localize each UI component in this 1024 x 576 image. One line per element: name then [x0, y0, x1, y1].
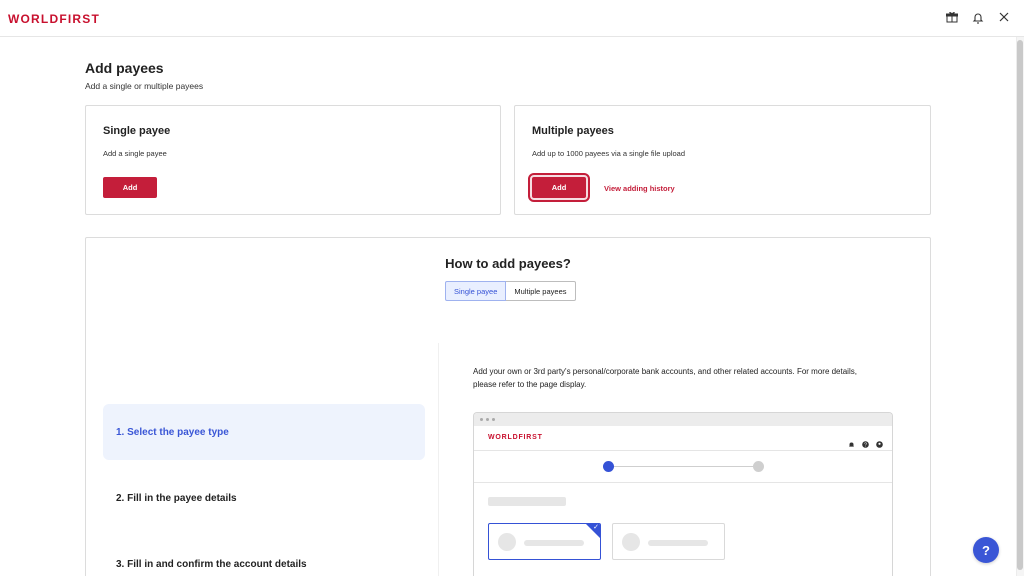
page-subtitle: Add a single or multiple payees [85, 81, 204, 91]
view-adding-history-link[interactable]: View adding history [604, 184, 675, 193]
preview-placeholder-bar [488, 497, 566, 506]
step-label: 3. Fill in and confirm the account detai… [116, 558, 307, 570]
close-icon[interactable] [997, 10, 1010, 24]
how-to-description: Add your own or 3rd party's personal/cor… [473, 367, 857, 389]
preview-option-selected: ✓ [488, 523, 601, 560]
multiple-payees-title: Multiple payees [532, 125, 614, 137]
check-icon: ✓ [593, 524, 599, 531]
step-fill-payee-details[interactable]: 2. Fill in the payee details [103, 470, 425, 526]
payee-type-toggle: Single payee Multiple payees [445, 281, 576, 301]
top-bar: WORLDFIRST [0, 0, 1024, 37]
user-icon [876, 435, 883, 448]
top-bar-actions [945, 10, 1010, 24]
add-single-payee-button[interactable]: Add [103, 177, 157, 198]
preview-option [612, 523, 725, 560]
step-select-payee-type[interactable]: 1. Select the payee type [103, 404, 425, 460]
preview-step-current [603, 461, 614, 472]
step-label: 1. Select the payee type [116, 426, 229, 438]
how-to-add-payees-panel: How to add payees? Single payee Multiple… [85, 237, 931, 576]
tab-multiple-payees[interactable]: Multiple payees [506, 281, 576, 301]
multiple-payees-description: Add up to 1000 payees via a single file … [532, 149, 686, 158]
multiple-payees-card: Multiple payees Add up to 1000 payees vi… [514, 105, 931, 215]
bell-icon[interactable] [971, 10, 984, 24]
help-button[interactable]: ? [973, 537, 999, 563]
page-preview-illustration: WORLDFIRST ? ✓ [473, 412, 893, 576]
preview-header-icons: ? [848, 435, 883, 448]
panel-divider [438, 343, 439, 576]
gift-icon[interactable] [945, 10, 958, 24]
single-payee-card: Single payee Add a single payee Add [85, 105, 501, 215]
svg-text:?: ? [864, 442, 867, 448]
how-to-title: How to add payees? [445, 256, 571, 271]
scrollbar-thumb[interactable] [1017, 40, 1023, 570]
step-confirm-account-details[interactable]: 3. Fill in and confirm the account detai… [103, 536, 425, 576]
single-payee-description: Add a single payee [103, 149, 167, 158]
single-payee-title: Single payee [103, 125, 171, 137]
preview-header: WORLDFIRST ? [474, 426, 892, 451]
step-label: 2. Fill in the payee details [116, 492, 237, 504]
preview-window-chrome [474, 413, 892, 426]
add-multiple-payees-button[interactable]: Add [528, 173, 590, 202]
tab-single-payee[interactable]: Single payee [445, 281, 507, 301]
preview-step-next [753, 461, 764, 472]
preview-logo: WORLDFIRST [488, 434, 543, 441]
page-title: Add payees [85, 60, 164, 76]
preview-progress [474, 451, 892, 483]
help-icon: ? [862, 435, 869, 448]
bell-icon [848, 435, 855, 447]
worldfirst-logo[interactable]: WORLDFIRST [8, 12, 100, 26]
